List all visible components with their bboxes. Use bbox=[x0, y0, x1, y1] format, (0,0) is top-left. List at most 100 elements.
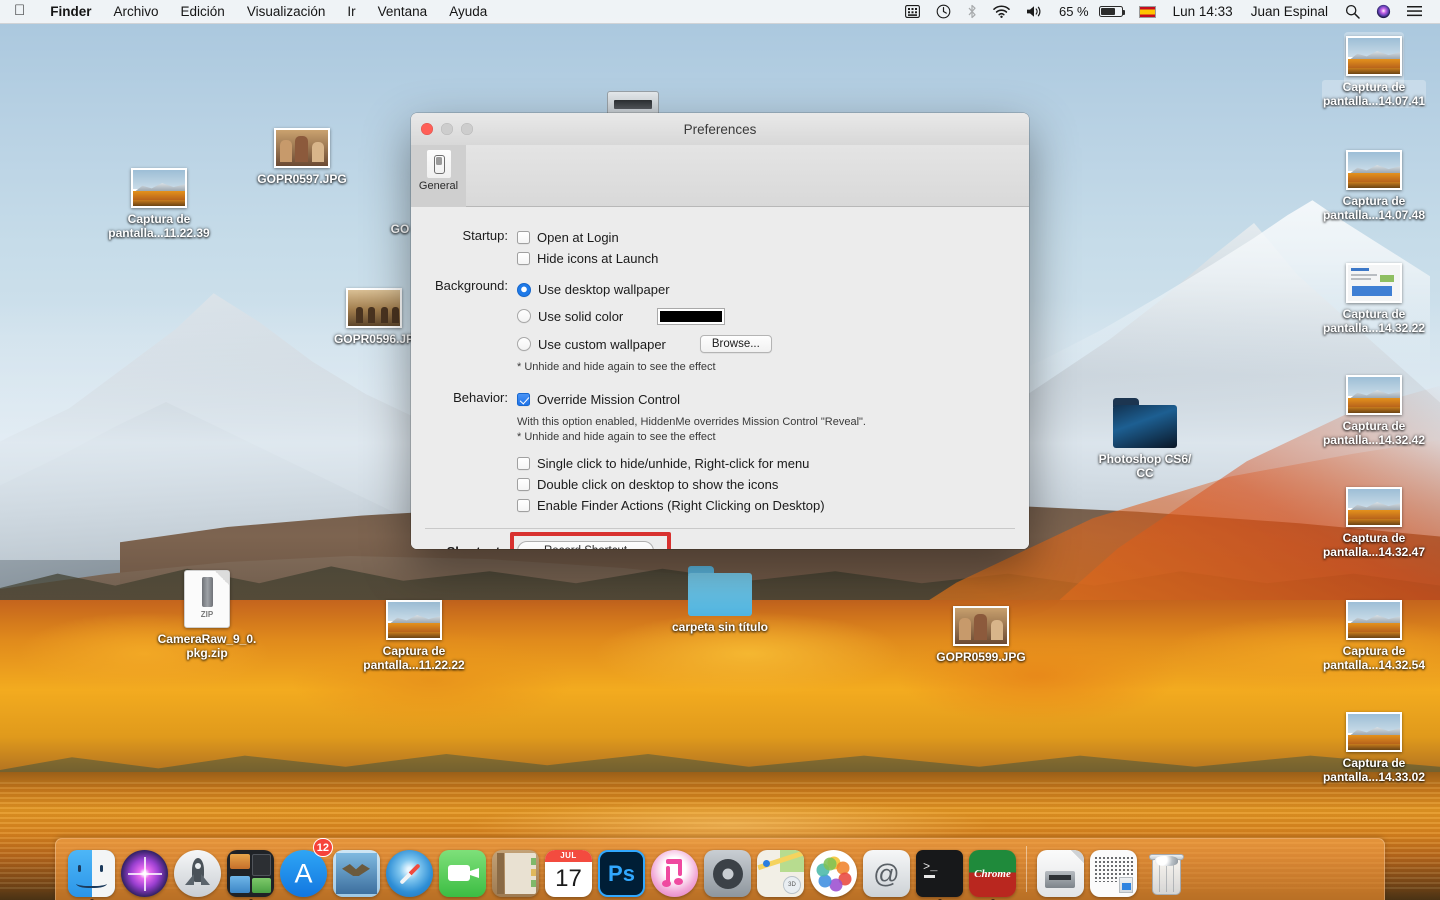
calendar-day: 17 bbox=[555, 865, 582, 892]
dock-item-safari[interactable] bbox=[383, 841, 436, 897]
menu-bar[interactable]:  Finder Archivo Edición Visualización I… bbox=[0, 0, 1440, 24]
file-thumbnail bbox=[107, 168, 211, 208]
desktop-icon-captura-14-33-02[interactable]: Captura de pantalla...14.33.02 bbox=[1322, 712, 1426, 784]
facetime-icon bbox=[439, 850, 486, 897]
desktop-icon-captura-14-32-22[interactable]: Captura de pantalla...14.32.22 bbox=[1322, 263, 1426, 335]
dock-item-system-preferences[interactable] bbox=[701, 841, 754, 897]
window-titlebar[interactable]: Preferences bbox=[411, 113, 1029, 145]
desktop-icon-captura-11-22-22[interactable]: Captura de pantalla...11.22.22 bbox=[362, 600, 466, 672]
radio-button[interactable] bbox=[517, 309, 531, 323]
bluetooth-icon[interactable] bbox=[959, 4, 985, 19]
menu-bar-user[interactable]: Juan Espinal bbox=[1242, 4, 1337, 19]
menu-item-edicion[interactable]: Edición bbox=[170, 0, 236, 24]
file-thumbnail bbox=[1322, 263, 1426, 303]
screenshot-thumbnail-icon bbox=[1346, 712, 1402, 752]
record-shortcut-button[interactable]: Record Shortcut bbox=[517, 541, 654, 549]
desktop-icon-photoshop-folder[interactable]: Photoshop CS6/ CC bbox=[1090, 398, 1200, 480]
checkbox-hide-icons-at-launch[interactable]: Hide icons at Launch bbox=[517, 248, 1029, 269]
menu-item-finder[interactable]: Finder bbox=[39, 0, 102, 24]
siri-icon bbox=[121, 850, 168, 897]
radio-use-desktop-wallpaper[interactable]: Use desktop wallpaper bbox=[517, 277, 1029, 302]
tab-general[interactable]: General bbox=[411, 145, 466, 207]
menu-bar-clock[interactable]: Lun 14:33 bbox=[1164, 4, 1242, 19]
menu-item-visualizacion[interactable]: Visualización bbox=[236, 0, 337, 24]
radio-button[interactable] bbox=[517, 337, 531, 351]
dock-item-calendar[interactable]: JUL 17 bbox=[542, 841, 595, 897]
search-icon[interactable] bbox=[1337, 4, 1368, 19]
radio-button[interactable] bbox=[517, 282, 531, 297]
menu-item-ayuda[interactable]: Ayuda bbox=[438, 0, 498, 24]
desktop-icon-captura-11-22-39[interactable]: Captura de pantalla...11.22.39 bbox=[107, 168, 211, 240]
checkbox-finder-actions[interactable]: Enable Finder Actions (Right Clicking on… bbox=[517, 495, 1029, 516]
menu-item-archivo[interactable]: Archivo bbox=[103, 0, 170, 24]
preferences-window[interactable]: Preferences General Startup: Open at Log… bbox=[411, 113, 1029, 549]
dock-item-unarchiver[interactable]: @ bbox=[860, 841, 913, 897]
notification-center-icon[interactable] bbox=[1399, 5, 1430, 18]
desktop-icon-captura-14-32-54[interactable]: Captura de pantalla...14.32.54 bbox=[1322, 600, 1426, 672]
desktop-icon-captura-14-07-48[interactable]: Captura de pantalla...14.07.48 bbox=[1322, 150, 1426, 222]
dock[interactable]: A 12 JUL 17 Ps 3D @ >_ Chrome bbox=[55, 838, 1385, 900]
desktop-icon-captura-14-07-41[interactable]: Captura de pantalla...14.07.41 bbox=[1322, 32, 1426, 108]
dock-item-mission-control[interactable] bbox=[224, 841, 277, 900]
checkbox-single-click[interactable]: Single click to hide/unhide, Right-click… bbox=[517, 453, 1029, 474]
dock-item-terminal[interactable]: >_ bbox=[913, 841, 966, 900]
calendar-icon: JUL 17 bbox=[545, 850, 592, 897]
checkbox-override-mission-control[interactable]: Override Mission Control bbox=[517, 389, 1029, 410]
checkbox-box[interactable] bbox=[517, 457, 530, 470]
dock-item-documents-stack[interactable] bbox=[1034, 841, 1087, 897]
dock-item-downloads-stack[interactable] bbox=[1087, 841, 1140, 897]
desktop-icon-gopr0599[interactable]: GOPR0599.JPG bbox=[929, 606, 1033, 664]
dock-item-contacts[interactable] bbox=[489, 841, 542, 897]
checkbox-double-click[interactable]: Double click on desktop to show the icon… bbox=[517, 474, 1029, 495]
dock-item-launchpad[interactable] bbox=[171, 841, 224, 897]
wifi-icon[interactable] bbox=[985, 5, 1018, 18]
siri-icon[interactable] bbox=[1368, 4, 1399, 19]
system-preferences-icon bbox=[704, 850, 751, 897]
dock-item-trash[interactable] bbox=[1140, 841, 1193, 897]
checkbox-box[interactable] bbox=[517, 393, 530, 406]
checkbox-box[interactable] bbox=[517, 252, 530, 265]
desktop-icon-label: Captura de pantalla...14.07.48 bbox=[1322, 194, 1426, 222]
radio-use-custom-wallpaper[interactable]: Use custom wallpaper Browse... bbox=[517, 330, 1029, 358]
dock-item-finder[interactable] bbox=[65, 841, 118, 900]
close-button[interactable] bbox=[421, 123, 433, 135]
checkbox-label: Override Mission Control bbox=[537, 392, 681, 407]
keyboard-viewer-icon[interactable] bbox=[897, 5, 928, 18]
volume-icon[interactable] bbox=[1018, 5, 1051, 18]
checkbox-open-at-login[interactable]: Open at Login bbox=[517, 227, 1029, 248]
desktop-icon-gopr0597[interactable]: GOPR0597.JPG bbox=[250, 128, 354, 186]
checkbox-box[interactable] bbox=[517, 231, 530, 244]
battery-icon[interactable] bbox=[1097, 6, 1131, 17]
checkbox-box[interactable] bbox=[517, 478, 530, 491]
screenshot-thumbnail-icon bbox=[1346, 150, 1402, 190]
startup-options: Open at Login Hide icons at Launch bbox=[517, 227, 1029, 269]
desktop-icon-captura-14-32-47[interactable]: Captura de pantalla...14.32.47 bbox=[1322, 487, 1426, 559]
dock-item-photoshop[interactable]: Ps bbox=[595, 841, 648, 897]
dock-item-photos[interactable] bbox=[807, 841, 860, 897]
dock-item-itunes[interactable] bbox=[648, 841, 701, 897]
zoom-button[interactable] bbox=[461, 123, 473, 135]
dock-item-maps[interactable]: 3D bbox=[754, 841, 807, 897]
dock-item-chrome[interactable]: Chrome bbox=[966, 841, 1019, 900]
apple-logo-icon[interactable]:  bbox=[0, 3, 39, 18]
downloads-stack-icon bbox=[1090, 850, 1137, 897]
radio-use-solid-color[interactable]: Use solid color bbox=[517, 302, 1029, 330]
dock-item-app-store[interactable]: A 12 bbox=[277, 838, 333, 897]
dock-separator bbox=[1026, 846, 1027, 892]
keyboard-flag-icon[interactable]: ISO bbox=[1131, 5, 1164, 18]
menu-item-ventana[interactable]: Ventana bbox=[367, 0, 439, 24]
screenshot-thumbnail-icon bbox=[131, 168, 187, 208]
dock-item-facetime[interactable] bbox=[436, 841, 489, 897]
menu-item-ir[interactable]: Ir bbox=[336, 0, 366, 24]
desktop-icon-cameraraw-zip[interactable]: ZIP CameraRaw_9_0.pkg.zip bbox=[155, 570, 259, 660]
desktop-icon-carpeta-sin-titulo[interactable]: carpeta sin título bbox=[668, 566, 772, 634]
time-machine-icon[interactable] bbox=[928, 4, 959, 19]
battery-percent-label[interactable]: 65 % bbox=[1051, 0, 1097, 24]
dock-item-siri[interactable] bbox=[118, 841, 171, 897]
minimize-button[interactable] bbox=[441, 123, 453, 135]
dock-item-mail[interactable] bbox=[330, 841, 383, 897]
desktop-icon-captura-14-32-42[interactable]: Captura de pantalla...14.32.42 bbox=[1322, 375, 1426, 447]
checkbox-box[interactable] bbox=[517, 499, 530, 512]
browse-button[interactable]: Browse... bbox=[699, 335, 772, 353]
color-swatch[interactable] bbox=[657, 307, 726, 325]
